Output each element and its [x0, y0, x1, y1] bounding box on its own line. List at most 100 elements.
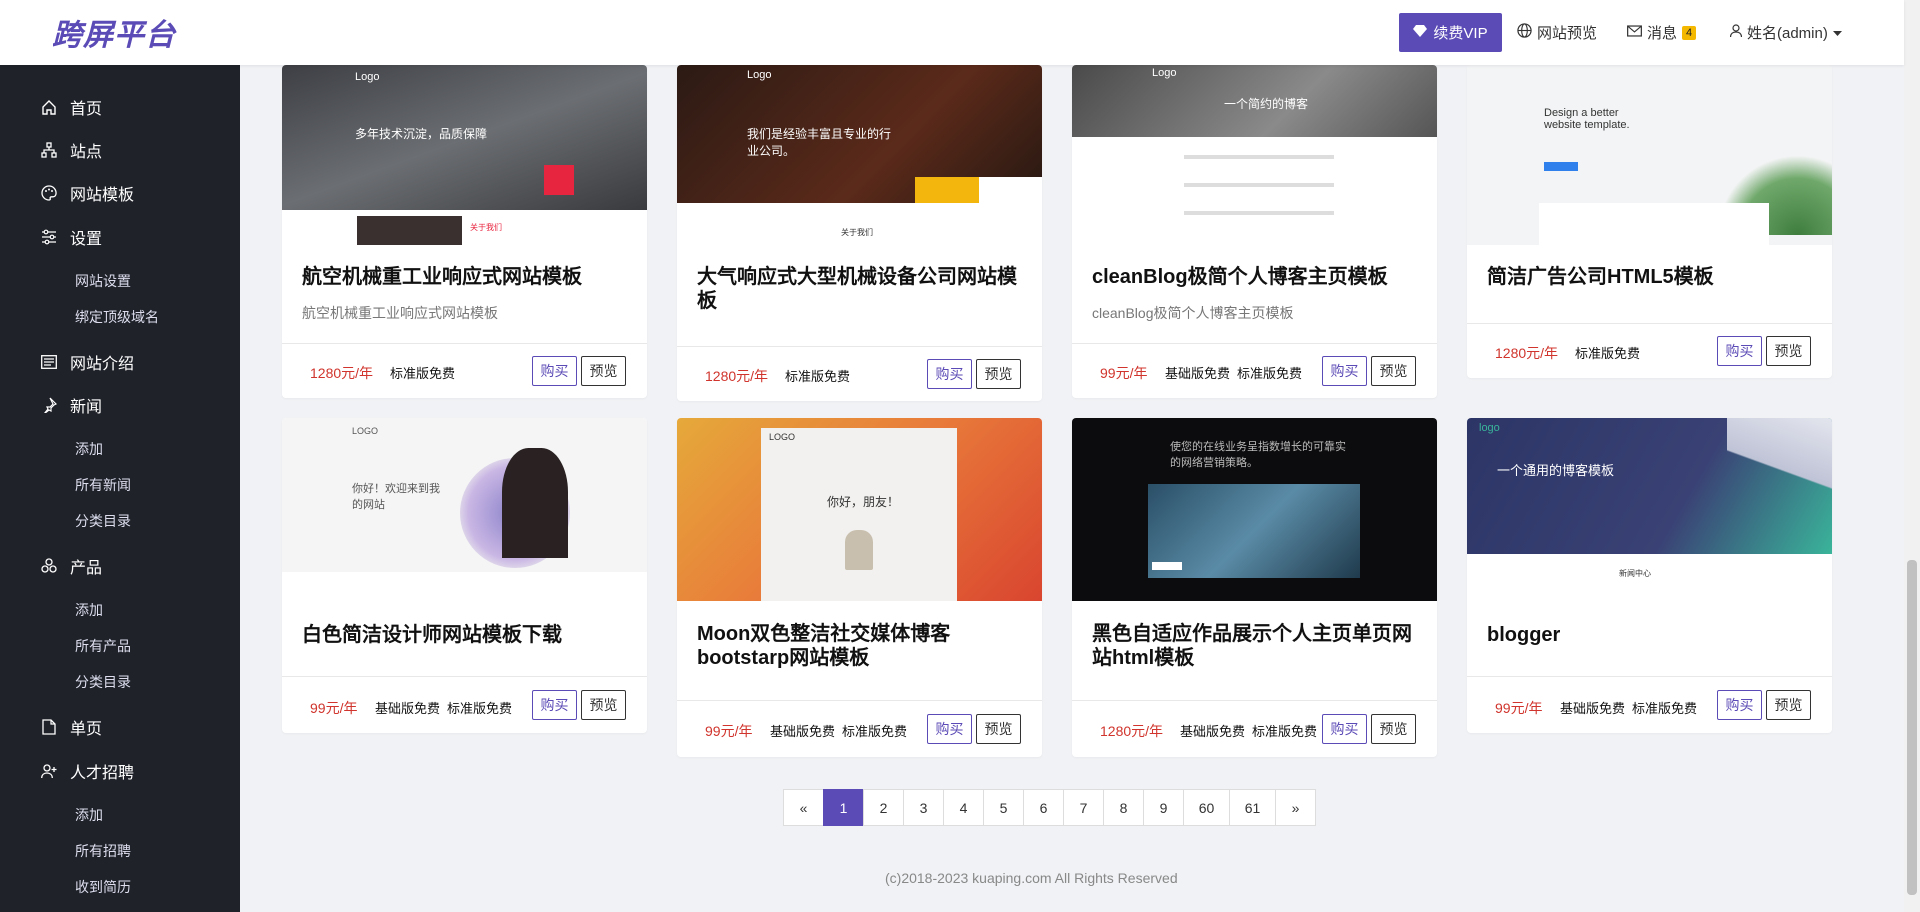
- card-divider: [1467, 676, 1832, 677]
- thumb-page-panel: [761, 428, 957, 601]
- site-logo[interactable]: 跨屏平台: [52, 10, 176, 54]
- messages-link[interactable]: 消息 4: [1627, 22, 1697, 43]
- user-menu[interactable]: 姓名(admin): [1729, 22, 1842, 43]
- sidebar-item-templates[interactable]: 网站模板: [40, 181, 134, 205]
- template-thumbnail[interactable]: logo 一个通用的博客模板 新闻中心: [1467, 418, 1832, 601]
- template-title[interactable]: cleanBlog极简个人博客主页模板: [1092, 265, 1422, 289]
- sidebar-item-pages[interactable]: 单页: [40, 715, 102, 739]
- preview-button[interactable]: 预览: [976, 359, 1021, 389]
- template-thumbnail[interactable]: Logo 一个简约的博客: [1072, 65, 1437, 245]
- thumb-wave: [1727, 418, 1832, 554]
- sidebar-item-news[interactable]: 新闻: [40, 393, 102, 417]
- preview-button[interactable]: 预览: [1371, 356, 1416, 386]
- template-price: 99元/年: [1100, 365, 1148, 381]
- sidebar-sub-site-settings[interactable]: 网站设置: [75, 271, 131, 291]
- sidebar-item-label: 首页: [70, 101, 103, 118]
- user-plus-icon: [40, 762, 58, 780]
- sidebar-sub-product-categories[interactable]: 分类目录: [75, 672, 131, 692]
- template-thumbnail[interactable]: 使您的在线业务呈指数增长的可靠实的网络营销策略。: [1072, 418, 1437, 601]
- template-thumbnail[interactable]: LOGO 你好，朋友！: [677, 418, 1042, 601]
- globe-icon: [1517, 23, 1532, 42]
- thumb-lower-strip: 关于我们: [677, 203, 1042, 245]
- page-6[interactable]: 6: [1023, 789, 1064, 826]
- template-title[interactable]: Moon双色整洁社交媒体博客bootstarp网站模板: [697, 622, 1027, 670]
- edition-standard-free: 标准版免费: [390, 366, 456, 381]
- template-thumbnail[interactable]: LOGO 你好！欢迎来到我的网站: [282, 418, 647, 601]
- template-title[interactable]: 白色简洁设计师网站模板下载: [302, 623, 632, 647]
- edition-standard-free: 标准版免费: [785, 369, 851, 384]
- sidebar-sub-news-add[interactable]: 添加: [75, 439, 103, 459]
- sidebar-item-products[interactable]: 产品: [40, 554, 102, 578]
- page-8[interactable]: 8: [1103, 789, 1144, 826]
- sidebar-sub-all-jobs[interactable]: 所有招聘: [75, 841, 131, 861]
- preview-button[interactable]: 预览: [1371, 714, 1416, 744]
- file-icon: [40, 718, 58, 736]
- thumb-headline: Design a better website template.: [1544, 107, 1630, 131]
- thumb-headline: 你好，朋友！: [827, 495, 900, 509]
- template-card: Logo 一个简约的博客 cleanBlog极简个人博客主页模板 cleanBl…: [1072, 65, 1437, 398]
- template-title[interactable]: 黑色自适应作品展示个人主页单页网站html模板: [1092, 622, 1422, 670]
- buy-button[interactable]: 购买: [1717, 336, 1762, 366]
- sidebar-item-site-intro[interactable]: 网站介绍: [40, 350, 134, 374]
- sidebar-item-label: 单页: [70, 721, 103, 738]
- page-61[interactable]: 61: [1229, 789, 1276, 826]
- sidebar-item-settings[interactable]: 设置: [40, 225, 102, 249]
- sidebar-sub-received-resumes[interactable]: 收到简历: [75, 877, 131, 897]
- page-5[interactable]: 5: [983, 789, 1024, 826]
- sidebar-sub-job-add[interactable]: 添加: [75, 805, 103, 825]
- sidebar-sub-product-add[interactable]: 添加: [75, 600, 103, 620]
- preview-button[interactable]: 预览: [581, 690, 626, 720]
- buy-button[interactable]: 购买: [532, 690, 577, 720]
- template-thumbnail[interactable]: Logo 我们是经验丰富且专业的行业公司。 关于我们: [677, 65, 1042, 245]
- preview-button[interactable]: 预览: [976, 714, 1021, 744]
- sidebar-sub-all-news[interactable]: 所有新闻: [75, 475, 131, 495]
- edition-standard-free: 标准版免费: [842, 724, 908, 739]
- preview-button[interactable]: 预览: [1766, 336, 1811, 366]
- template-card: logo 一个通用的博客模板 新闻中心 blogger 99元/年 基础版免费 …: [1467, 418, 1832, 733]
- page-4[interactable]: 4: [943, 789, 984, 826]
- template-thumbnail[interactable]: Logo 多年技术沉淀，品质保障 关于我们: [282, 65, 647, 245]
- template-card: LOGO 你好，朋友！ Moon双色整洁社交媒体博客bootstarp网站模板 …: [677, 418, 1042, 757]
- sidebar-sub-all-products[interactable]: 所有产品: [75, 636, 131, 656]
- template-title[interactable]: 大气响应式大型机械设备公司网站模板: [697, 265, 1027, 313]
- page-prev[interactable]: «: [783, 789, 824, 826]
- template-title[interactable]: 简洁广告公司HTML5模板: [1487, 265, 1817, 289]
- page-2[interactable]: 2: [863, 789, 904, 826]
- buy-button[interactable]: 购买: [1322, 356, 1367, 386]
- template-title[interactable]: 航空机械重工业响应式网站模板: [302, 265, 632, 289]
- page-9[interactable]: 9: [1143, 789, 1184, 826]
- sidebar-item-sites[interactable]: 站点: [40, 138, 102, 162]
- template-thumbnail[interactable]: Design a better website template.: [1467, 65, 1832, 245]
- buy-button[interactable]: 购买: [927, 714, 972, 744]
- thumb-headline: 多年技术沉淀，品质保障: [355, 127, 488, 141]
- renew-vip-button[interactable]: 续费VIP: [1399, 13, 1502, 52]
- buy-button[interactable]: 购买: [927, 359, 972, 389]
- newspaper-icon: [40, 353, 58, 371]
- sidebar-sub-bind-domain[interactable]: 绑定顶级域名: [75, 307, 159, 327]
- template-title[interactable]: blogger: [1487, 623, 1817, 647]
- page-scrollbar[interactable]: [1904, 0, 1920, 912]
- sidebar-sub-news-categories[interactable]: 分类目录: [75, 511, 131, 531]
- site-preview-link[interactable]: 网站预览: [1517, 22, 1597, 43]
- edition-basic-free: 基础版免费: [1180, 724, 1246, 739]
- palette-icon: [40, 184, 58, 202]
- messages-label: 消息: [1647, 25, 1678, 42]
- page-60[interactable]: 60: [1183, 789, 1230, 826]
- buy-button[interactable]: 购买: [1717, 690, 1762, 720]
- scrollbar-thumb[interactable]: [1907, 560, 1917, 895]
- page-1[interactable]: 1: [823, 789, 864, 826]
- sidebar-item-recruitment[interactable]: 人才招聘: [40, 759, 134, 783]
- sidebar-item-home[interactable]: 首页: [40, 95, 102, 119]
- template-price: 99元/年: [1495, 700, 1543, 716]
- thumb-portrait: [502, 448, 568, 558]
- preview-button[interactable]: 预览: [581, 356, 626, 386]
- buy-button[interactable]: 购买: [1322, 714, 1367, 744]
- preview-button[interactable]: 预览: [1766, 690, 1811, 720]
- page-3[interactable]: 3: [903, 789, 944, 826]
- thumb-photo: [357, 216, 462, 245]
- page-next[interactable]: »: [1275, 789, 1316, 826]
- page-7[interactable]: 7: [1063, 789, 1104, 826]
- renew-vip-label: 续费VIP: [1433, 25, 1488, 42]
- card-divider: [1467, 323, 1832, 324]
- buy-button[interactable]: 购买: [532, 356, 577, 386]
